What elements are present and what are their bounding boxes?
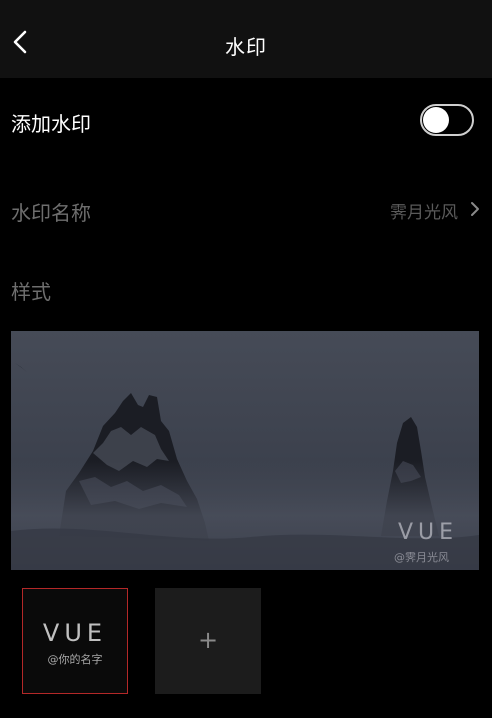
preview-watermark-subtitle: @霁月光风 [394,551,449,564]
add-watermark-row: 添加水印 [0,98,492,146]
style-option-subtitle: @你的名字 [47,653,103,666]
add-watermark-label: 添加水印 [11,112,91,136]
chevron-right-icon [471,202,479,216]
watermark-style-option-selected[interactable]: VUE @你的名字 [22,588,128,694]
preview-watermark-title: VUE [398,520,459,545]
add-watermark-toggle[interactable] [420,104,474,136]
add-style-button[interactable]: + [155,588,261,694]
watermark-name-row[interactable]: 水印名称 霁月光风 [0,188,492,232]
toggle-knob [423,107,449,133]
page-title: 水印 [225,35,267,59]
watermark-name-value: 霁月光风 [390,203,458,223]
style-section-label: 样式 [11,280,51,304]
style-option-title: VUE [42,619,108,647]
plus-icon: + [197,626,219,654]
header-bar: 水印 [0,0,492,78]
watermark-name-label: 水印名称 [11,201,91,225]
